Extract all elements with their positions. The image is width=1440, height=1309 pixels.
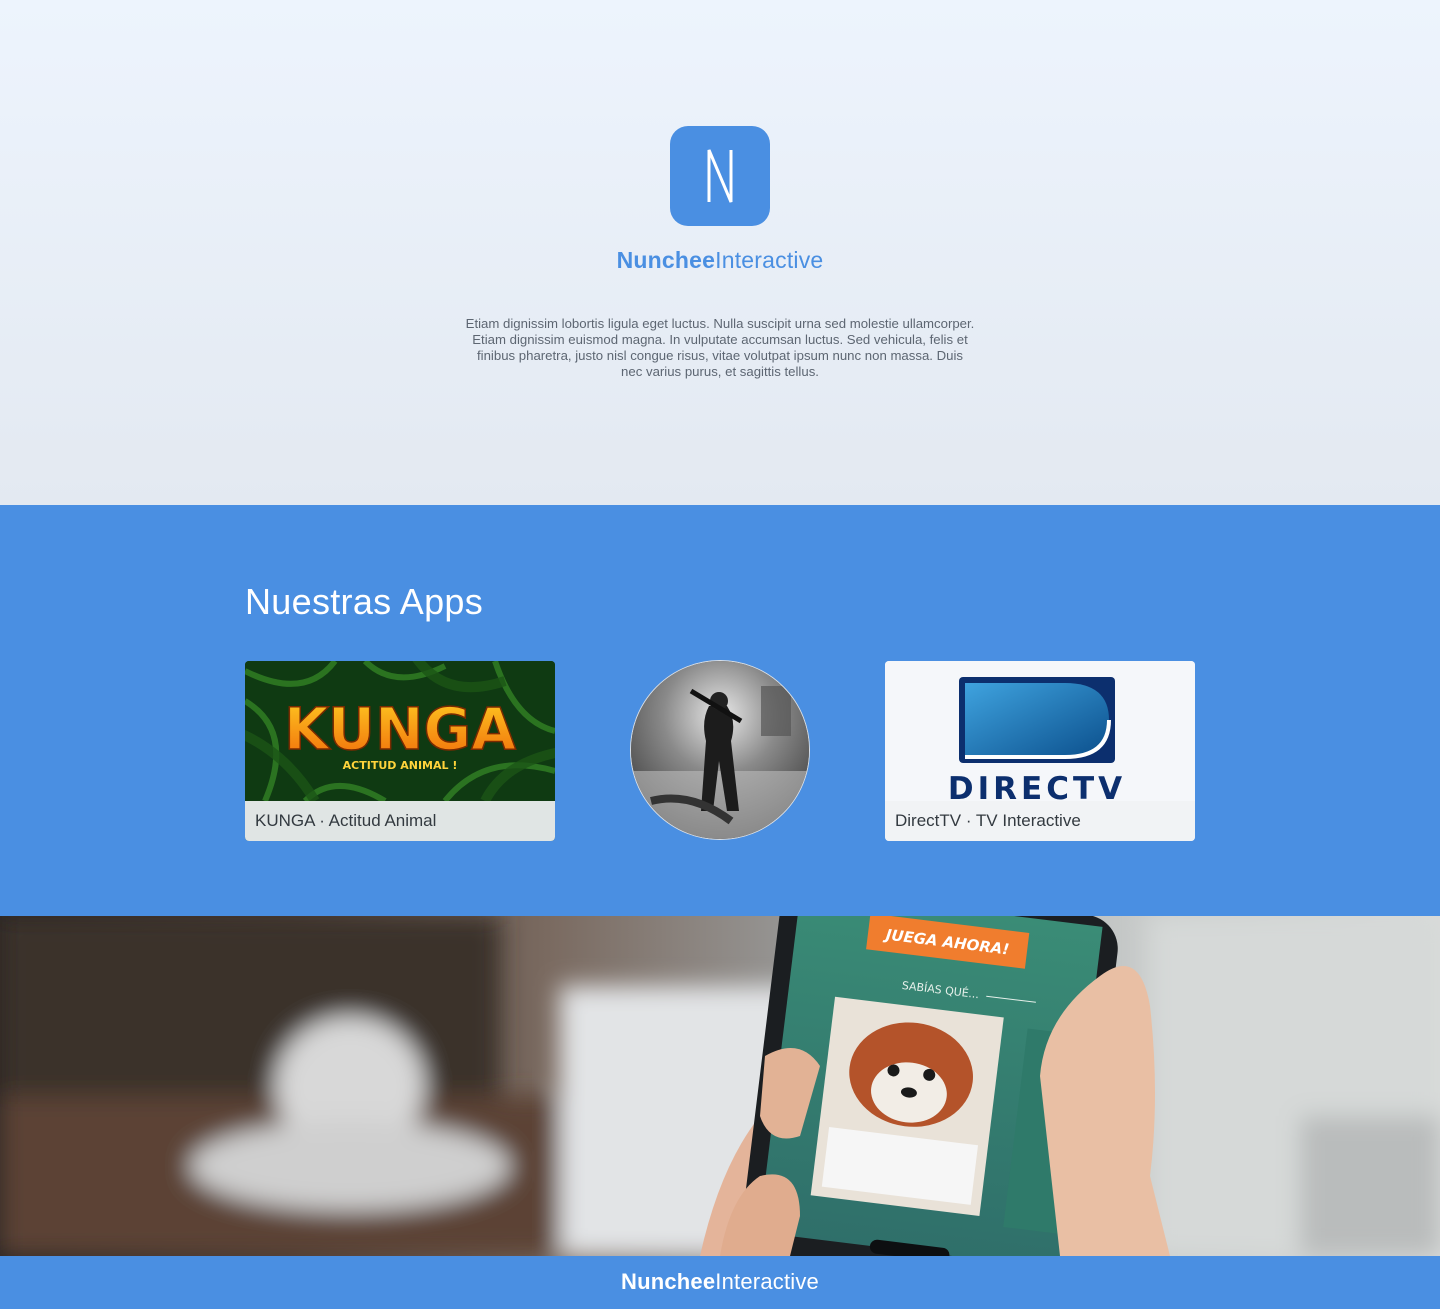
brand-name[interactable]: NuncheeInteractive (0, 247, 1440, 274)
app-card-caption: KUNGA · Actitud Animal (245, 801, 555, 841)
brand-name-light: Interactive (715, 247, 824, 273)
app-card-caption: DirectTV · TV Interactive (885, 801, 1195, 841)
apps-section: Nuestras Apps KUNGA ACTITUD ANIMAL ! KUN… (0, 505, 1440, 916)
hand-phone-photo: JUEGA AHORA! SABÍAS QUÉ... (0, 916, 1440, 1256)
footer: NuncheeInteractive (0, 1256, 1440, 1309)
hero-section: NuncheeInteractive Etiam dignissim lobor… (0, 0, 1440, 505)
directv-banner-image: DIRECTV (885, 661, 1195, 801)
phone-photo-section: JUEGA AHORA! SABÍAS QUÉ... (0, 916, 1440, 1256)
footer-brand-light: Interactive (715, 1269, 819, 1294)
footer-brand-bold: Nunchee (620, 1269, 716, 1294)
directv-art-title: DIRECTV (948, 771, 1126, 801)
footer-brand-name[interactable]: NuncheeInteractive (0, 1269, 1440, 1295)
nunchee-logo-icon[interactable] (670, 126, 770, 226)
kunga-art-subtitle: ACTITUD ANIMAL ! (343, 759, 458, 772)
kunga-art-title: KUNGA (284, 695, 516, 763)
app-card-concert-image[interactable] (630, 660, 810, 840)
kunga-banner-image: KUNGA ACTITUD ANIMAL ! (245, 661, 555, 801)
hero-description: Etiam dignissim lobortis ligula eget luc… (465, 316, 975, 379)
apps-title: Nuestras Apps (245, 581, 484, 622)
brand-name-bold: Nunchee (616, 247, 716, 273)
app-card-directv[interactable]: DIRECTV DirectTV · TV Interactive (885, 661, 1195, 841)
concert-photo (631, 661, 809, 839)
app-card-kunga[interactable]: KUNGA ACTITUD ANIMAL ! KUNGA · Actitud A… (245, 661, 555, 841)
